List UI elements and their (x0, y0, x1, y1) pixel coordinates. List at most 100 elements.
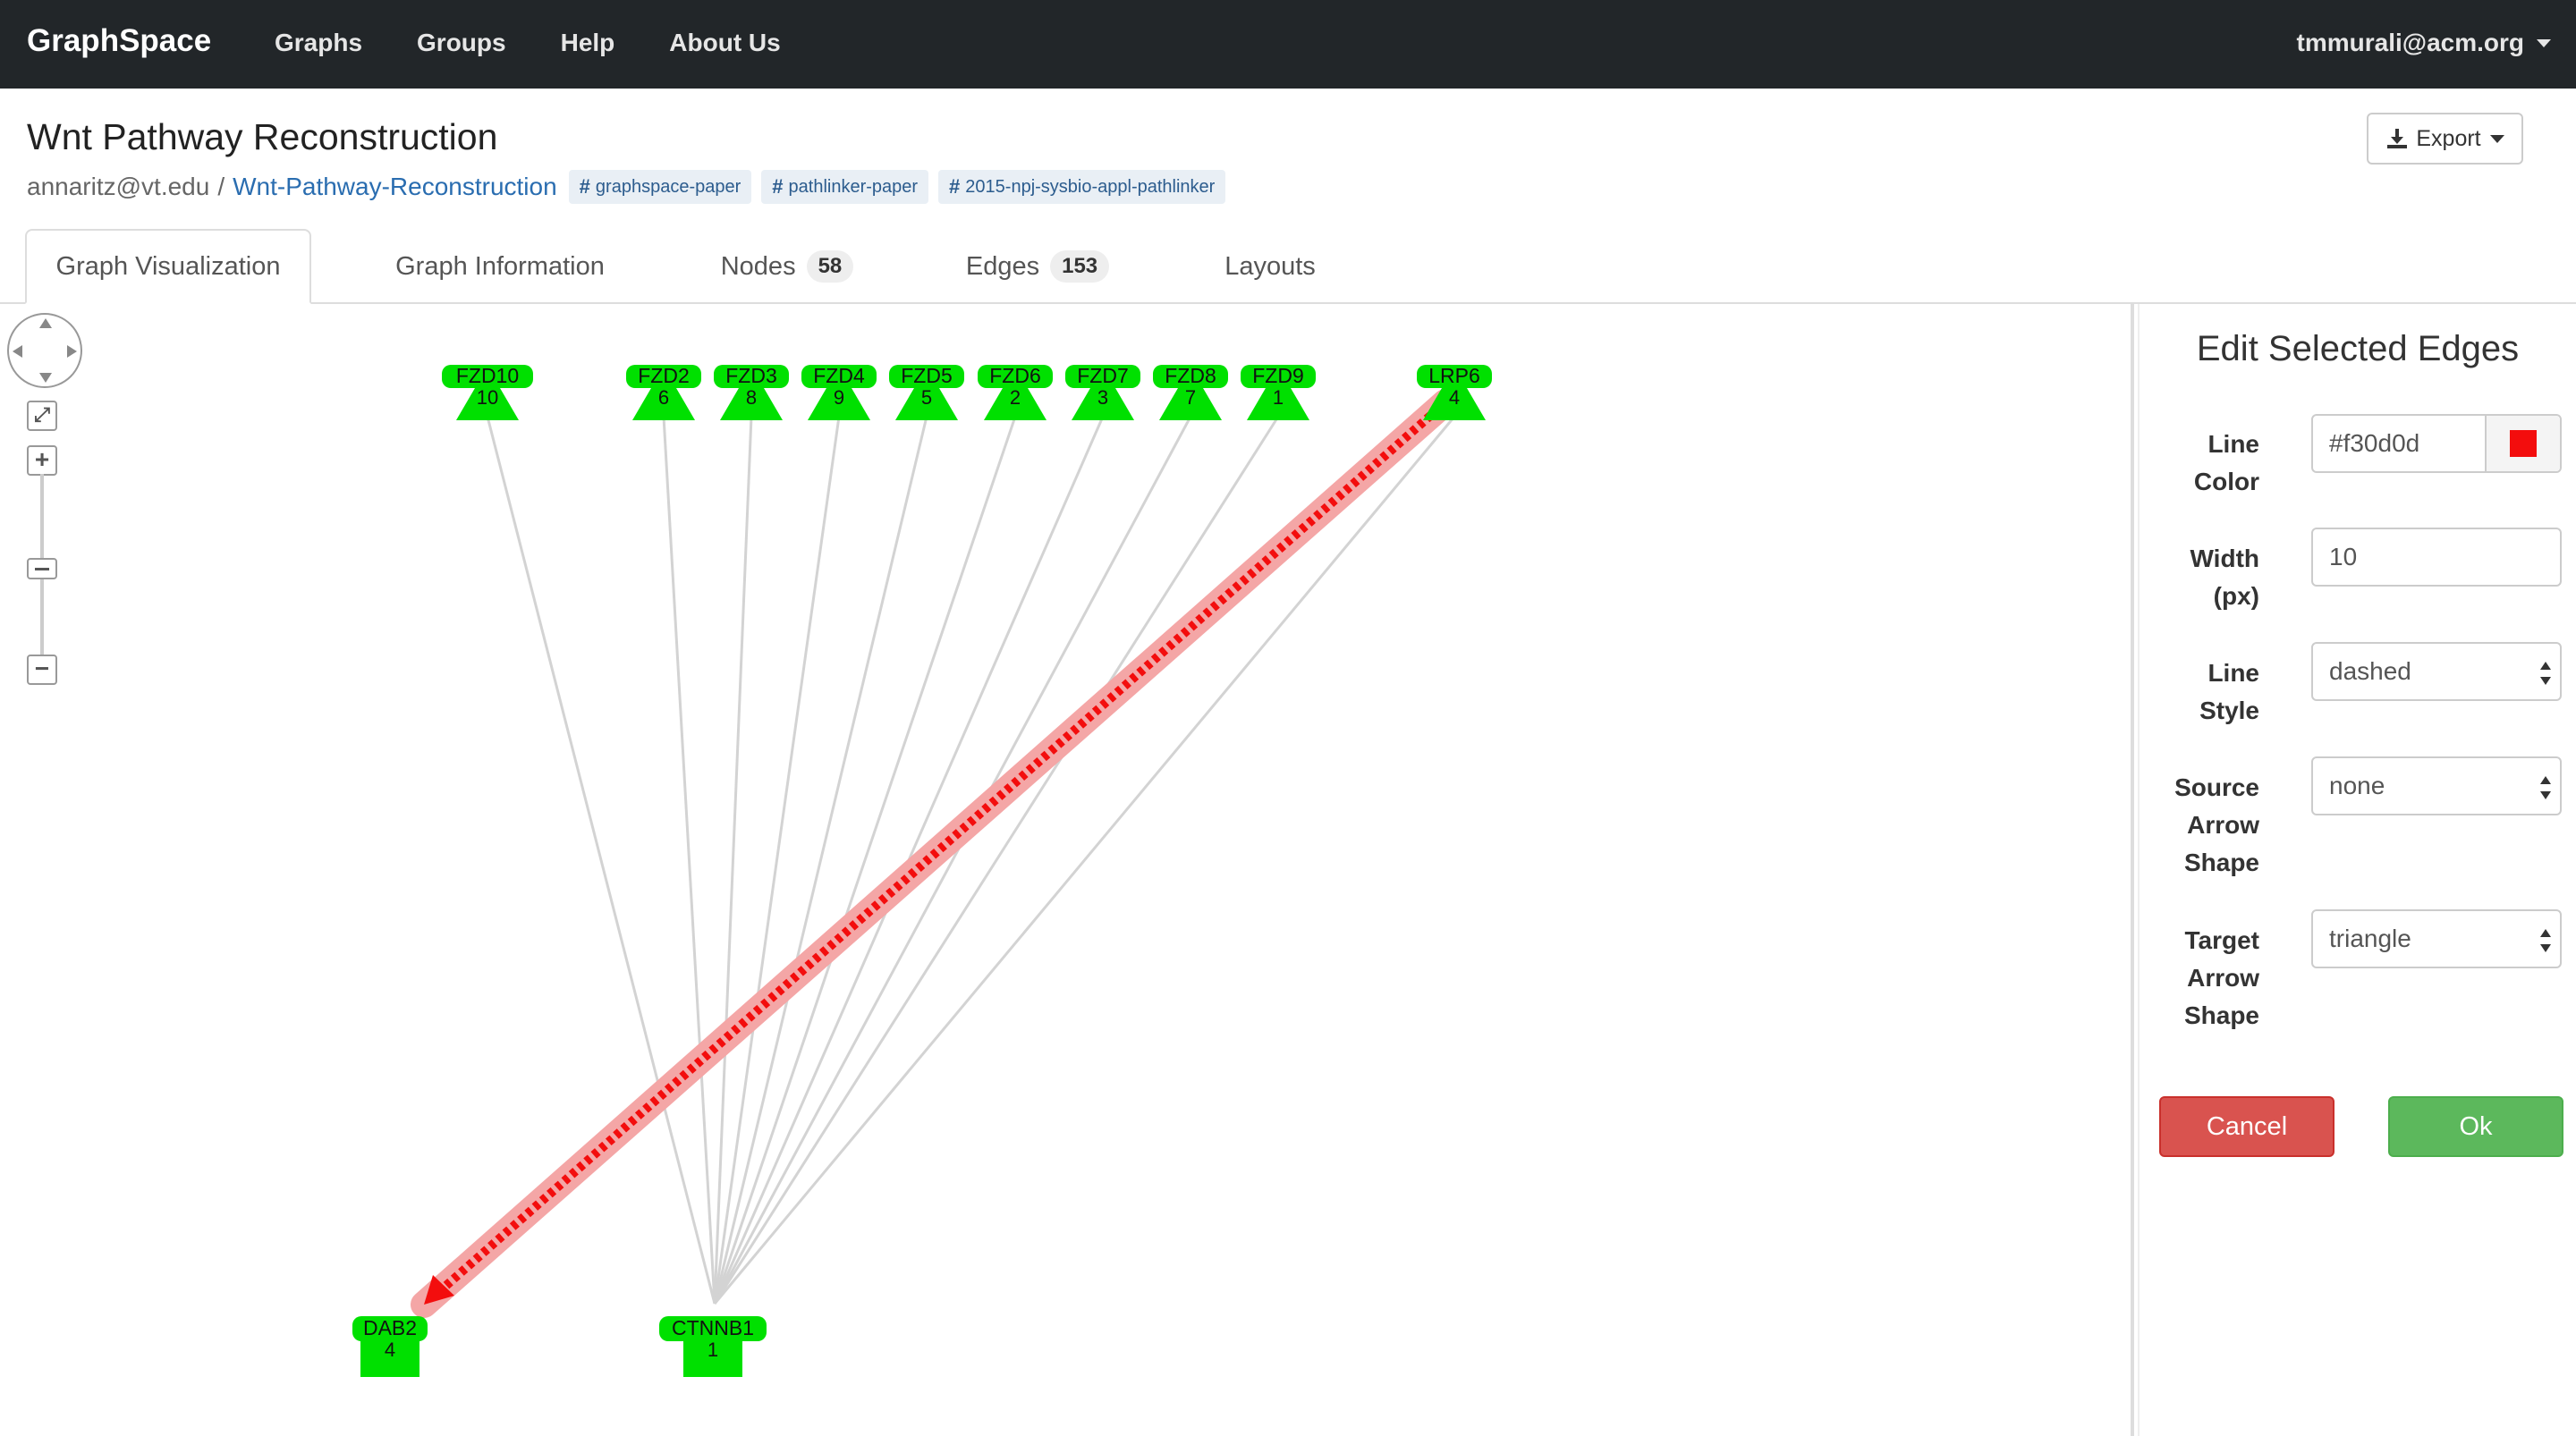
graph-name-link[interactable]: Wnt-Pathway-Reconstruction (233, 173, 557, 201)
label-line: (px) (2213, 582, 2259, 610)
pan-control[interactable] (7, 313, 82, 388)
tab-label: Nodes (720, 251, 796, 281)
width-input[interactable]: 10 (2311, 528, 2562, 587)
fit-icon[interactable]: ⤢ (27, 401, 57, 431)
pan-left-icon[interactable] (13, 345, 22, 358)
node-name-label: FZD10 (456, 364, 519, 387)
export-label: Export (2416, 125, 2481, 151)
node-rank-label: 4 (1449, 386, 1460, 409)
select-arrows-icon (2540, 929, 2551, 952)
zoom-in-button[interactable]: + (27, 445, 57, 476)
pan-down-icon[interactable] (39, 373, 52, 383)
node-rank-label: 9 (834, 386, 844, 409)
label-line: Color (2193, 468, 2259, 495)
label-line: Arrow (2187, 811, 2259, 839)
tag-label: 2015-npj-sysbio-appl-pathlinker (965, 176, 1216, 197)
node-rank-label: 7 (1185, 386, 1196, 409)
zoom-out-button[interactable]: − (27, 655, 57, 685)
hash-icon: # (949, 175, 961, 198)
tab-label: Graph Visualization (55, 251, 281, 281)
select-arrows-icon (2540, 662, 2551, 685)
edge-lrp6-ctnnb1[interactable] (713, 416, 1456, 1305)
label-line: Source (2174, 773, 2259, 801)
edge-fzd10-ctnnb1[interactable] (486, 416, 716, 1305)
node-rank-label: 3 (1097, 386, 1108, 409)
node-rank-label: 1 (708, 1339, 718, 1361)
edge-fzd6-ctnnb1[interactable] (713, 416, 1017, 1305)
panel-title: Edit Selected Edges (2196, 329, 2520, 368)
tab-layouts[interactable]: Layouts (1199, 229, 1342, 304)
node-name-label: FZD3 (725, 364, 777, 387)
line-style-label: Line Style (2140, 655, 2259, 730)
node-name-label: FZD4 (813, 364, 865, 387)
label-line: Target (2184, 926, 2260, 954)
zoom-slider-handle[interactable] (27, 558, 57, 579)
node-name-label: FZD7 (1077, 364, 1129, 387)
nav-help[interactable]: Help (561, 29, 615, 57)
tag-graphspace-paper[interactable]: # graphspace-paper (568, 170, 752, 204)
label-line: Shape (2183, 849, 2259, 876)
color-picker-button[interactable] (2485, 416, 2560, 471)
tab-label: Edges (965, 251, 1040, 281)
node-name-label: LRP6 (1428, 364, 1480, 387)
user-email: tmmurali@acm.org (2296, 29, 2524, 56)
nav-groups[interactable]: Groups (417, 29, 506, 57)
edge-fzd2-ctnnb1[interactable] (662, 416, 716, 1305)
select-arrows-icon (2540, 776, 2551, 799)
download-icon (2387, 129, 2408, 148)
node-name-label: CTNNB1 (672, 1316, 754, 1339)
graph-svg[interactable]: FZD1010 FZD26 FZD38 FZD49 FZD55 FZD62 FZD73 FZD… (0, 304, 2131, 1436)
label-line: Style (2199, 697, 2259, 724)
edges-count-badge: 153 (1050, 250, 1110, 283)
breadcrumb: annaritz@vt.edu / Wnt-Pathway-Reconstruc… (27, 170, 1226, 204)
edge-fzd8-ctnnb1[interactable] (713, 416, 1192, 1305)
label-line: Line (2207, 659, 2259, 687)
node-name-label: FZD5 (901, 364, 953, 387)
source-arrow-value: none (2329, 772, 2385, 799)
edge-fzd9-ctnnb1[interactable] (713, 416, 1280, 1305)
line-style-select[interactable]: dashed (2311, 642, 2562, 701)
tag-pathlinker-paper[interactable]: # pathlinker-paper (761, 170, 929, 204)
brand-logo[interactable]: GraphSpace (27, 23, 211, 59)
label-line: Width (2190, 545, 2260, 572)
label-line: Arrow (2187, 964, 2259, 992)
user-menu[interactable]: tmmurali@acm.org (2297, 29, 2551, 57)
nav-about-us[interactable]: About Us (669, 29, 780, 57)
panel-splitter[interactable] (2131, 304, 2134, 1436)
export-button[interactable]: Export (2367, 113, 2523, 165)
label-line: Line (2207, 430, 2259, 458)
breadcrumb-separator: / (217, 173, 225, 200)
node-name-label: FZD9 (1252, 364, 1304, 387)
source-arrow-label: Source Arrow Shape (2140, 769, 2259, 882)
node-name-label: FZD8 (1165, 364, 1216, 387)
pan-up-icon[interactable] (39, 318, 52, 328)
node-name-label: FZD6 (989, 364, 1041, 387)
pan-right-icon[interactable] (67, 345, 77, 358)
chevron-down-icon (2537, 38, 2551, 47)
tab-nodes[interactable]: Nodes 58 (707, 229, 868, 304)
node-name-label: DAB2 (363, 1316, 417, 1339)
source-arrow-select[interactable]: none (2311, 756, 2562, 815)
ok-button[interactable]: Ok (2388, 1096, 2563, 1157)
node-rank-label: 10 (477, 386, 498, 409)
target-arrow-value: triangle (2329, 925, 2411, 952)
line-color-value: #f30d0d (2329, 429, 2420, 457)
width-label: Width (px) (2140, 540, 2260, 615)
tab-graph-visualization[interactable]: Graph Visualization (25, 229, 311, 304)
nav-links: Graphs Groups Help About Us (275, 29, 835, 57)
tab-graph-information[interactable]: Graph Information (376, 229, 624, 304)
tab-label: Layouts (1224, 251, 1316, 281)
top-navbar: GraphSpace Graphs Groups Help About Us t… (0, 0, 2576, 89)
tab-edges[interactable]: Edges 153 (957, 229, 1118, 304)
node-rank-label: 2 (1010, 386, 1021, 409)
cancel-button[interactable]: Cancel (2159, 1096, 2334, 1157)
tag-2015-npj-sysbio[interactable]: #2015-npj-sysbio-appl-pathlinker (938, 170, 1226, 204)
line-style-value: dashed (2329, 657, 2411, 685)
target-arrow-label: Target Arrow Shape (2140, 922, 2259, 1035)
target-arrow-select[interactable]: triangle (2311, 909, 2562, 968)
color-swatch-icon (2510, 430, 2537, 457)
chevron-down-icon (2489, 134, 2504, 143)
graph-canvas[interactable]: FZD10 10 FZD2 6 FZD3 8 FZD4 9 FZD5 5 FZD6 2 FZD7 3 FZD… (0, 304, 2131, 1436)
line-color-input[interactable]: #f30d0d (2311, 414, 2562, 473)
nav-graphs[interactable]: Graphs (275, 29, 362, 57)
